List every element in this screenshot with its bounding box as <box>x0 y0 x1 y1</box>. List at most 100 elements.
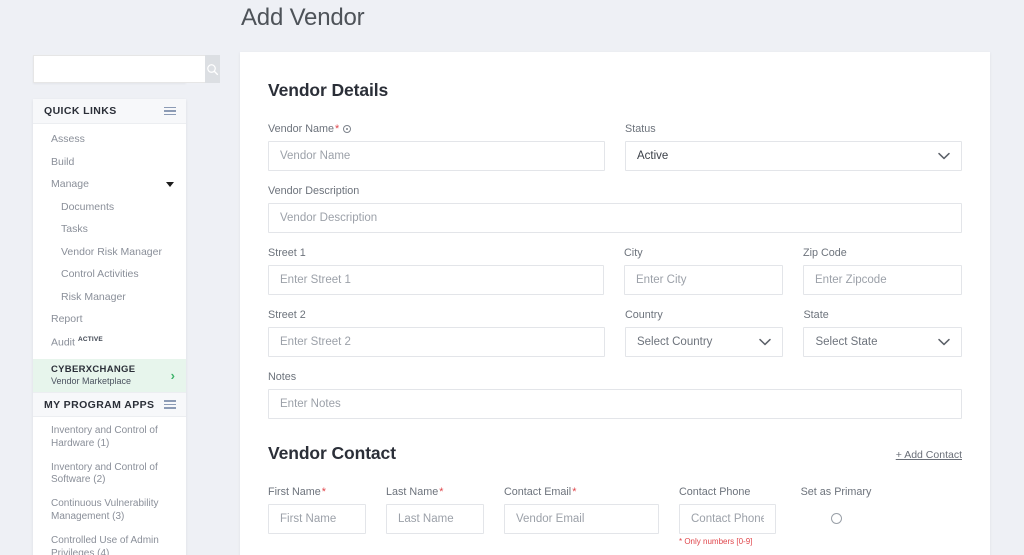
vendor-description-input[interactable] <box>268 203 962 233</box>
city-field-group: City <box>624 247 783 295</box>
sidebar-item-assess[interactable]: Assess <box>33 128 186 151</box>
cyberxchange-title: CYBERXCHANGE <box>51 364 136 375</box>
vendor-name-field-group: Vendor Name * <box>268 123 605 171</box>
program-apps-list: Inventory and Control of Hardware (1) In… <box>33 417 186 555</box>
street2-input[interactable] <box>268 327 605 357</box>
set-as-primary-field-group: Set as Primary <box>796 486 876 546</box>
vendor-name-input[interactable] <box>268 141 605 171</box>
list-item[interactable]: Continuous Vulnerability Management (3) <box>33 498 186 524</box>
form-row-street1-city-zip: Street 1 City Zip Code <box>268 247 962 295</box>
sidebar-item-build[interactable]: Build <box>33 151 186 174</box>
last-name-input[interactable] <box>386 504 484 534</box>
search-input[interactable] <box>33 55 205 83</box>
sidebar-item-audit[interactable]: Audit ACTIVE <box>33 331 186 354</box>
chevron-right-icon: › <box>170 367 175 383</box>
sidebar-item-cyberxchange[interactable]: CYBERXCHANGE Vendor Marketplace › <box>33 359 186 392</box>
notes-input[interactable] <box>268 389 962 419</box>
last-name-field-group: Last Name * <box>386 486 484 546</box>
vendor-contact-title: Vendor Contact <box>268 443 396 463</box>
street1-field-group: Street 1 <box>268 247 604 295</box>
sidebar-item-report[interactable]: Report <box>33 308 186 331</box>
sidebar-item-label: Control Activities <box>61 268 139 281</box>
sidebar-card: QUICK LINKS Assess Build Manage Document… <box>33 99 186 555</box>
sidebar-item-vendor-risk-manager[interactable]: Vendor Risk Manager <box>33 241 186 264</box>
contact-phone-input[interactable] <box>679 504 776 534</box>
quick-links-title: QUICK LINKS <box>44 105 117 117</box>
chevron-down-icon <box>938 152 950 160</box>
form-row-description: Vendor Description <box>268 185 962 233</box>
quick-links-list: Assess Build Manage Documents Tasks Vend… <box>33 124 186 359</box>
chevron-down-icon <box>938 338 950 346</box>
first-name-field-group: First Name * <box>268 486 366 546</box>
status-select[interactable]: Active <box>625 141 962 171</box>
zip-code-input[interactable] <box>803 265 962 295</box>
contact-phone-error: * Only numbers [0-9] <box>679 537 753 546</box>
first-name-input[interactable] <box>268 504 366 534</box>
street1-label: Street 1 <box>268 247 306 259</box>
vendor-description-field-group: Vendor Description <box>268 185 962 233</box>
add-contact-link[interactable]: + Add Contact <box>896 449 962 464</box>
contact-phone-label: Contact Phone <box>679 486 751 498</box>
sidebar-item-label: Audit ACTIVE <box>51 335 103 349</box>
last-name-label: Last Name * <box>386 486 444 498</box>
quick-links-header: QUICK LINKS <box>33 99 186 124</box>
country-field-group: Country Select Country <box>624 309 784 357</box>
form-row-street2-country-state: Street 2 Country Select Country State <box>268 309 962 357</box>
left-sidebar: QUICK LINKS Assess Build Manage Document… <box>0 0 220 555</box>
form-row-contact: First Name* Last Name* Contact Email* <box>268 486 962 546</box>
status-label: Status <box>625 123 656 135</box>
country-select[interactable]: Select Country <box>624 327 784 357</box>
cyberxchange-subtitle: Vendor Marketplace <box>51 376 132 386</box>
status-value: Active <box>637 150 669 162</box>
program-apps-header: MY PROGRAM APPS <box>33 392 186 417</box>
sidebar-item-documents[interactable]: Documents <box>33 196 186 219</box>
main-content: Add Vendor Vendor Details Vendor Name* S… <box>200 0 1024 555</box>
vendor-name-label: Vendor Name * <box>268 123 605 135</box>
form-row-notes: Notes <box>268 371 962 419</box>
hamburger-icon[interactable] <box>164 106 176 116</box>
notes-field-group: Notes <box>268 371 962 419</box>
contact-email-label: Contact Email * <box>504 486 577 498</box>
set-as-primary-radio[interactable] <box>830 513 842 524</box>
sidebar-item-risk-manager[interactable]: Risk Manager <box>33 286 186 309</box>
street2-label: Street 2 <box>268 309 306 321</box>
contact-phone-field-group: Contact Phone * Only numbers [0-9] <box>679 486 776 546</box>
list-item[interactable]: Controlled Use of Admin Privileges (4) <box>33 535 186 555</box>
chevron-down-icon <box>166 181 174 187</box>
status-field-group: Status Active <box>625 123 962 171</box>
status-badge: ACTIVE <box>77 335 103 343</box>
sidebar-item-control-activities[interactable]: Control Activities <box>33 263 186 286</box>
search-box <box>33 55 220 83</box>
city-input[interactable] <box>624 265 783 295</box>
state-select[interactable]: Select State <box>803 327 962 357</box>
sidebar-item-label: Vendor Risk Manager <box>61 245 162 258</box>
zip-code-field-group: Zip Code <box>803 247 962 295</box>
contact-email-input[interactable] <box>504 504 659 534</box>
page-title: Add Vendor <box>241 4 365 31</box>
info-icon[interactable] <box>343 125 352 133</box>
chevron-down-icon <box>759 338 772 346</box>
first-name-label: First Name * <box>268 486 326 498</box>
sidebar-item-label: Documents <box>61 200 115 213</box>
sidebar-item-tasks[interactable]: Tasks <box>33 218 186 241</box>
sidebar-item-label: Report <box>51 313 83 326</box>
app-root: QUICK LINKS Assess Build Manage Document… <box>0 0 1024 555</box>
sidebar-item-label: Build <box>51 155 75 168</box>
sidebar-item-label: Assess <box>51 133 85 146</box>
list-item[interactable]: Inventory and Control of Software (2) <box>33 462 186 488</box>
notes-label: Notes <box>268 371 297 383</box>
country-value: Select Country <box>636 336 713 348</box>
hamburger-icon[interactable] <box>164 400 176 409</box>
city-label: City <box>624 247 643 259</box>
vendor-form-card: Vendor Details Vendor Name* Status Activ… <box>240 52 990 555</box>
set-as-primary-label: Set as Primary <box>800 486 872 498</box>
contact-email-field-group: Contact Email * <box>504 486 659 546</box>
sidebar-item-label: Risk Manager <box>61 290 126 303</box>
cyberxchange-text: CYBERXCHANGE Vendor Marketplace <box>51 364 135 386</box>
street1-input[interactable] <box>268 265 604 295</box>
sidebar-item-manage[interactable]: Manage <box>33 173 186 196</box>
vendor-contact-header: Vendor Contact + Add Contact <box>268 443 962 464</box>
sidebar-item-label: Manage <box>51 178 89 191</box>
list-item[interactable]: Inventory and Control of Hardware (1) <box>33 425 186 451</box>
zip-code-label: Zip Code <box>803 247 847 259</box>
